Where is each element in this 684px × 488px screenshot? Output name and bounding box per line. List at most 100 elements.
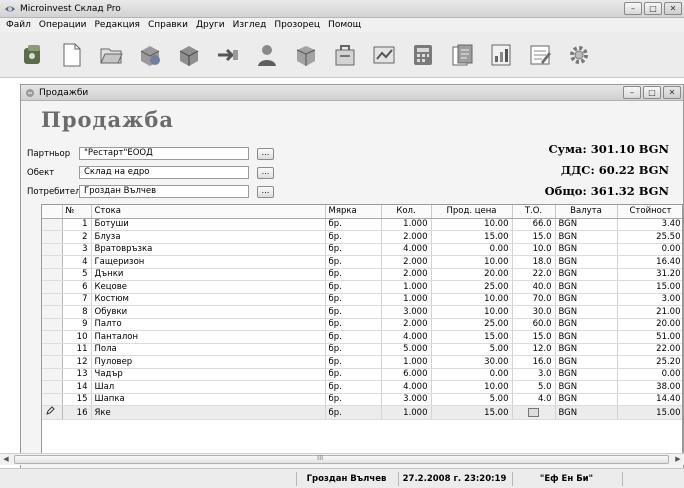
cell-row-number[interactable]: 3 <box>62 243 92 256</box>
cell-currency[interactable]: BGN <box>555 405 618 420</box>
horizontal-scrollbar[interactable]: ◀ III ▶ <box>0 453 684 465</box>
minimize-button[interactable]: – <box>624 2 642 15</box>
reports-icon[interactable] <box>369 40 399 70</box>
exit-icon[interactable] <box>18 40 48 70</box>
cell-row-number[interactable]: 11 <box>62 343 92 356</box>
cell-unit[interactable]: бр. <box>325 268 382 281</box>
table-row[interactable]: 1 Ботуши бр. 1.000 10.00 66.0 BGN 3.40 <box>42 218 682 231</box>
cell-quantity[interactable]: 2.000 <box>381 268 432 281</box>
cell-sale-price[interactable]: 10.00 <box>431 305 513 319</box>
menu-file[interactable]: Файл <box>2 20 35 30</box>
cell-row-number[interactable]: 8 <box>62 305 92 319</box>
cell-quantity[interactable]: 3.000 <box>381 393 432 406</box>
cell-value[interactable]: 20.00 <box>617 318 682 331</box>
cell-sale-price[interactable]: 5.00 <box>431 393 513 406</box>
cell-currency[interactable]: BGN <box>555 243 618 256</box>
cell-unit[interactable]: бр. <box>325 368 382 381</box>
cell-row-number[interactable]: 7 <box>62 293 92 306</box>
col-value[interactable]: Стойност <box>617 205 682 219</box>
cell-row-number[interactable]: 14 <box>62 380 92 394</box>
cell-row-number[interactable]: 10 <box>62 330 92 344</box>
cell-currency[interactable]: BGN <box>555 343 618 356</box>
cell-currency[interactable]: BGN <box>555 255 618 269</box>
table-row[interactable]: 5 Дънки бр. 2.000 20.00 22.0 BGN 31.20 <box>42 268 682 281</box>
col-currency[interactable]: Валута <box>555 205 618 219</box>
cell-value[interactable]: 0.00 <box>617 368 682 381</box>
cell-item-name[interactable]: Пола <box>91 343 326 356</box>
cell-currency[interactable]: BGN <box>555 368 618 381</box>
cell-quantity[interactable]: 5.000 <box>381 343 432 356</box>
table-row[interactable]: 8 Обувки бр. 3.000 10.00 30.0 BGN 21.00 <box>42 305 682 319</box>
cell-value[interactable]: 3.00 <box>617 293 682 306</box>
scroll-right-icon[interactable]: ▶ <box>672 454 684 465</box>
cell-item-name[interactable]: Гащеризон <box>91 255 326 269</box>
cell-currency[interactable]: BGN <box>555 355 618 369</box>
cell-discount[interactable]: 70.0 <box>512 293 556 306</box>
col-unit[interactable]: Мярка <box>325 205 382 219</box>
col-number[interactable]: № <box>62 205 92 219</box>
cell-value[interactable]: 25.50 <box>617 230 682 244</box>
cell-unit[interactable]: бр. <box>325 293 382 306</box>
cell-quantity[interactable]: 1.000 <box>381 218 432 231</box>
cell-discount-picker[interactable] <box>512 405 556 420</box>
child-close-button[interactable]: ✕ <box>663 86 681 99</box>
table-row[interactable]: 10 Панталон бр. 4.000 15.00 15.0 BGN 51.00 <box>42 330 682 344</box>
table-row[interactable]: 16 Яке бр. 1.000 15.00 BGN 15.00 <box>42 405 682 420</box>
cell-row-number[interactable]: 13 <box>62 368 92 381</box>
cell-value[interactable]: 14.40 <box>617 393 682 406</box>
user-field[interactable]: Гроздан Вълчев <box>79 185 249 198</box>
table-row[interactable]: 4 Гащеризон бр. 2.000 10.00 18.0 BGN 16.40 <box>42 255 682 269</box>
child-minimize-button[interactable]: – <box>623 86 641 99</box>
transfer-icon[interactable] <box>213 40 243 70</box>
cell-row-number[interactable]: 2 <box>62 230 92 244</box>
cell-sale-price[interactable]: 10.00 <box>431 218 513 231</box>
table-row[interactable]: 15 Шапка бр. 3.000 5.00 4.0 BGN 14.40 <box>42 393 682 406</box>
menu-view[interactable]: Изглед <box>229 20 271 30</box>
edit-pencil-icon[interactable] <box>42 405 63 420</box>
partner-browse-button[interactable]: ... <box>257 147 274 160</box>
cell-quantity[interactable]: 2.000 <box>381 255 432 269</box>
cell-row-number[interactable]: 5 <box>62 268 92 281</box>
chart-icon[interactable] <box>486 40 516 70</box>
cell-discount[interactable]: 18.0 <box>512 255 556 269</box>
col-price[interactable]: Прод. цена <box>431 205 513 219</box>
cell-unit[interactable]: бр. <box>325 218 382 231</box>
cell-value[interactable]: 38.00 <box>617 380 682 394</box>
cell-sale-price[interactable]: 10.00 <box>431 380 513 394</box>
cell-currency[interactable]: BGN <box>555 268 618 281</box>
cell-discount[interactable]: 66.0 <box>512 218 556 231</box>
cell-unit[interactable]: бр. <box>325 280 382 294</box>
object-browse-button[interactable]: ... <box>257 166 274 179</box>
cell-unit[interactable]: бр. <box>325 343 382 356</box>
table-row[interactable]: 3 Вратовръзка бр. 4.000 0.00 10.0 BGN 0.00 <box>42 243 682 256</box>
cell-unit[interactable]: бр. <box>325 405 382 420</box>
cell-quantity[interactable]: 4.000 <box>381 243 432 256</box>
settings-icon[interactable] <box>564 40 594 70</box>
cell-discount[interactable]: 15.0 <box>512 330 556 344</box>
cell-item-name[interactable]: Шапка <box>91 393 326 406</box>
row-indicator[interactable] <box>42 243 63 256</box>
cell-quantity[interactable]: 4.000 <box>381 380 432 394</box>
object-field[interactable]: Склад на едро <box>79 166 249 179</box>
cell-unit[interactable]: бр. <box>325 243 382 256</box>
cell-quantity[interactable]: 3.000 <box>381 305 432 319</box>
cell-currency[interactable]: BGN <box>555 330 618 344</box>
cell-discount[interactable]: 22.0 <box>512 268 556 281</box>
row-indicator[interactable] <box>42 280 63 294</box>
partner-field[interactable]: "Рестарт"ЕООД <box>79 147 249 160</box>
cell-discount[interactable]: 40.0 <box>512 280 556 294</box>
cell-sale-price[interactable]: 20.00 <box>431 268 513 281</box>
cell-sale-price[interactable]: 10.00 <box>431 255 513 269</box>
menu-operations[interactable]: Операции <box>35 20 91 30</box>
row-indicator[interactable] <box>42 255 63 269</box>
cell-currency[interactable]: BGN <box>555 230 618 244</box>
cell-sale-price[interactable]: 30.00 <box>431 355 513 369</box>
calendar-icon[interactable] <box>528 407 539 417</box>
cell-item-name[interactable]: Блуза <box>91 230 326 244</box>
col-qty[interactable]: Кол. <box>381 205 432 219</box>
cell-item-name[interactable]: Костюм <box>91 293 326 306</box>
cell-currency[interactable]: BGN <box>555 280 618 294</box>
cell-quantity[interactable]: 1.000 <box>381 405 432 420</box>
table-row[interactable]: 12 Пуловер бр. 1.000 30.00 16.0 BGN 25.20 <box>42 355 682 369</box>
cell-value[interactable]: 0.00 <box>617 243 682 256</box>
